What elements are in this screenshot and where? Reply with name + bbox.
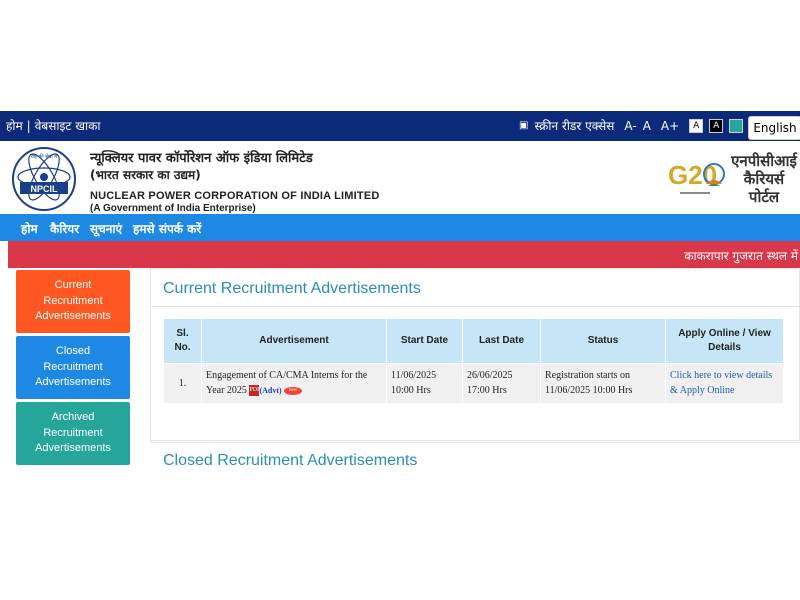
new-badge-icon: new [284,386,303,395]
cell-status: Registration starts on 11/06/2025 10:00 … [540,363,666,404]
careers-portal-title: एनपीसीआई कैरियर्स पोर्टल [728,152,800,206]
col-status: Status [540,318,666,364]
cell-last-date: 26/06/2025 17:00 Hrs [462,363,541,404]
advt-link[interactable]: (Advt) [259,386,281,395]
col-apply: Apply Online / View Details [665,318,784,364]
col-sl-no: Sl. No. [163,318,202,364]
news-ticker: काकरापार गुजरात स्थल में [8,241,800,268]
portal-title-line-2: कैरियर्स [743,170,785,188]
font-decrease-button[interactable]: A- [624,119,636,133]
sidebar-item-current[interactable]: Current Recruitment Advertisements [16,270,130,333]
divider: | [26,118,31,133]
sidebar-item-closed[interactable]: Closed Recruitment Advertisements [16,336,130,399]
col-advertisement: Advertisement [201,318,387,364]
theme-teal-button[interactable] [729,118,744,133]
sidebar-item-label: Archived Recruitment Advertisements [35,411,111,455]
org-name-english: NUCLEAR POWER CORPORATION OF INDIA LIMIT… [90,190,380,202]
table-row: 1. Engagement of CA/CMA Interns for the … [163,363,784,404]
portal-title-line-1: एनपीसीआई [731,152,797,170]
home-link[interactable]: होम [6,119,23,133]
ticker-text[interactable]: काकरापार गुजरात स्थल में [684,247,798,264]
current-ads-heading: Current Recruitment Advertisements [163,280,421,297]
font-increase-button[interactable]: A+ [661,119,679,133]
heading-divider [150,306,800,307]
accessibility-tools: ▣ स्क्रीन रीडर एक्सेस A- A A+ A A [519,117,784,134]
org-subtitle-hindi: (भारत सरकार का उद्यम) [90,168,201,182]
sidebar-item-archived[interactable]: Archived Recruitment Advertisements [16,402,130,465]
recruitment-table: Sl. No. Advertisement Start Date Last Da… [163,318,784,404]
cell-advertisement: Engagement of CA/CMA Interns for the Yea… [201,363,387,404]
nav-home[interactable]: होम [21,220,38,237]
screen-reader-link[interactable]: स्क्रीन रीडर एक्सेस [534,117,614,134]
sidebar-item-label: Closed Recruitment Advertisements [35,345,111,389]
nav-contact[interactable]: हमसे संपर्क करें [133,220,201,237]
table-header-row: Sl. No. Advertisement Start Date Last Da… [163,318,784,364]
apply-online-link[interactable]: Click here to view details & Apply Onlin… [665,363,784,404]
screen-reader-icon[interactable]: ▣ [519,120,528,131]
npcil-logo[interactable]: NPCIL राष्ट्र की सेवा में [6,146,82,212]
contrast-black-button[interactable]: A [709,118,724,133]
language-select[interactable]: English [748,116,800,140]
top-utility-bar: होम | वेबसाइट खाका ▣ स्क्रीन रीडर एक्सेस A… [0,111,800,141]
logo-top-text: राष्ट्र की सेवा में [31,153,59,160]
nav-notices[interactable]: सूचनाएं [90,220,122,237]
font-normal-button[interactable]: A [643,119,651,133]
main-nav: होम कैरियर सूचनाएं हमसे संपर्क करें [0,214,800,241]
g20-logo: G20 [666,152,728,208]
logo-text: NPCIL [31,184,59,194]
closed-ads-heading: Closed Recruitment Advertisements [163,452,418,469]
cell-start-date: 11/06/2025 10:00 Hrs [386,363,463,404]
col-start-date: Start Date [386,318,463,364]
sitemap-link[interactable]: वेबसाइट खाका [35,119,101,133]
cell-sl: 1. [163,363,202,404]
nav-career[interactable]: कैरियर [50,220,79,237]
org-name-hindi: न्यूक्लियर पावर कॉर्पोरेशन ऑफ इंडिया लिम… [90,151,313,166]
pdf-icon[interactable]: PDF [249,385,260,397]
sidebar-item-label: Current Recruitment Advertisements [35,279,111,323]
col-last-date: Last Date [462,318,541,364]
org-subtitle-english: (A Government of India Enterprise) [90,203,256,214]
top-links: होम | वेबसाइट खाका [6,117,100,134]
contrast-white-button[interactable]: A [689,118,704,133]
portal-title-line-3: पोर्टल [748,188,780,206]
